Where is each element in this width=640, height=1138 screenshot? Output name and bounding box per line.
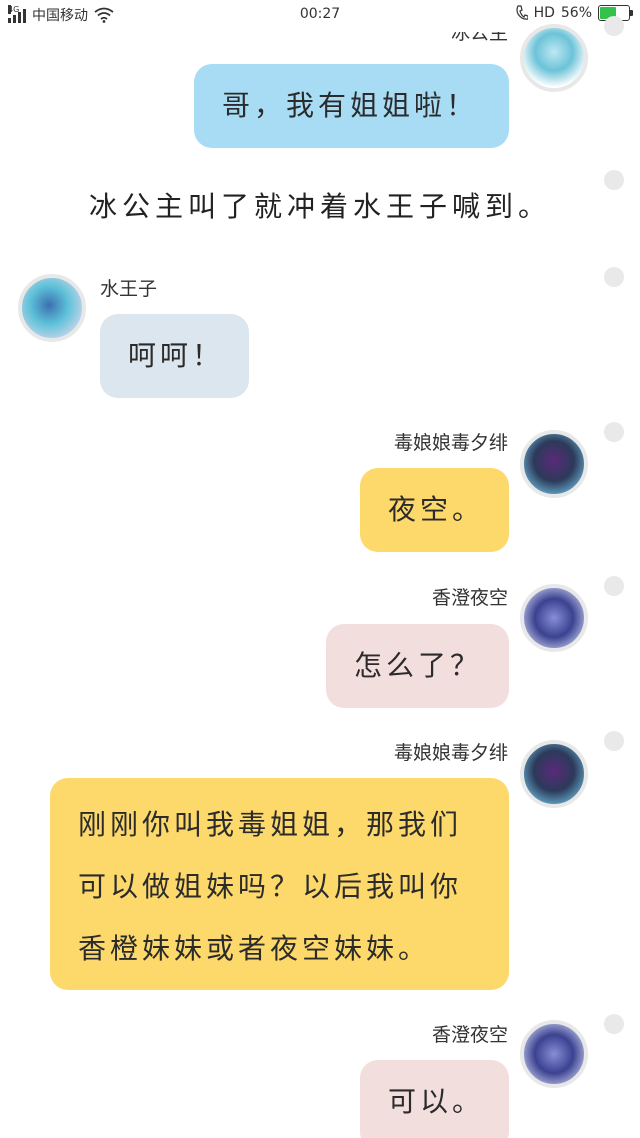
kasumi-yozora-avatar[interactable] (520, 584, 588, 652)
message-bubble[interactable]: 怎么了？ (326, 624, 509, 708)
battery-percent: 56% (560, 5, 592, 21)
message-line: 刚刚你叫我毒姐姐，那我们 (78, 808, 463, 841)
select-dot[interactable] (604, 267, 624, 287)
message-bubble[interactable]: 呵呵！ (100, 314, 249, 398)
sender-name: 香澄夜空 (431, 1024, 508, 1046)
message-bubble[interactable]: 刚刚你叫我毒姐姐，那我们 可以做姐妹吗？以后我叫你 香橙妹妹或者夜空妹妹。 (50, 778, 509, 990)
select-dot[interactable] (604, 1014, 624, 1034)
poison-lady-avatar[interactable] (520, 740, 588, 808)
water-prince-avatar[interactable] (18, 274, 86, 342)
phone-call-icon (515, 5, 528, 20)
hd-badge: HD (533, 5, 555, 21)
narration-text: 冰公主叫了就冲着水王子喊到。 (88, 190, 551, 223)
select-dot[interactable] (604, 422, 624, 442)
select-dot[interactable] (604, 576, 624, 596)
kasumi-yozora-avatar[interactable] (520, 1020, 588, 1088)
select-dot[interactable] (604, 16, 624, 36)
message-line: 香橙妹妹或者夜空妹妹。 (78, 932, 431, 965)
message-bubble[interactable]: 可以。 (360, 1060, 509, 1138)
select-dot[interactable] (604, 731, 624, 751)
sender-name: 水王子 (100, 278, 158, 300)
ice-princess-avatar[interactable] (520, 24, 588, 92)
sender-name: 毒娘娘毒夕绯 (393, 432, 508, 454)
message-bubble[interactable]: 哥，我有姐姐啦！ (194, 64, 509, 148)
sender-name: 毒娘娘毒夕绯 (393, 742, 508, 764)
poison-lady-avatar[interactable] (520, 430, 588, 498)
message-line: 可以做姐妹吗？以后我叫你 (78, 870, 463, 903)
sender-name: 香澄夜空 (431, 587, 508, 609)
message-bubble[interactable]: 夜空。 (360, 468, 509, 552)
